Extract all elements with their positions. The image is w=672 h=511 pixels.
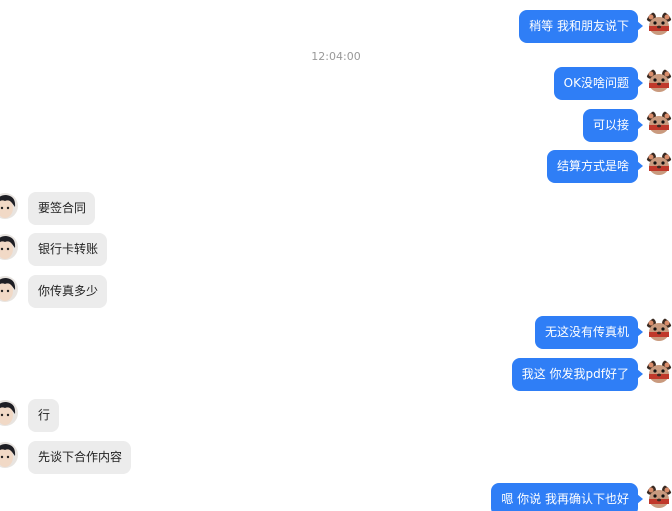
message-timestamp: 12:04:00 (311, 50, 361, 63)
mouse-avatar-icon[interactable] (646, 484, 672, 510)
message-bubble-outgoing: 我这 你发我pdf好了 (511, 358, 644, 391)
message-bubble-outgoing: 稍等 我和朋友说下 (519, 10, 643, 43)
person-avatar-icon[interactable] (0, 193, 18, 219)
message-bubble-outgoing: 无这没有传真机 (534, 316, 644, 349)
person-avatar-icon[interactable] (0, 442, 18, 468)
message-bubble-incoming: 先谈下合作内容 (28, 441, 132, 474)
person-avatar-icon[interactable] (0, 276, 18, 302)
message-bubble-incoming: 行 (28, 399, 60, 432)
mouse-avatar-icon[interactable] (646, 359, 672, 385)
mouse-avatar-icon[interactable] (646, 151, 672, 177)
mouse-avatar-icon[interactable] (646, 68, 672, 94)
message-bubble-incoming: 银行卡转账 (28, 233, 108, 266)
message-bubble-outgoing: 可以接 (582, 109, 644, 142)
chat-window: 稍等 我和朋友说下 12:04:00 OK没啥问题 可以接 结算方式是啥 要签合… (0, 0, 672, 511)
mouse-avatar-icon[interactable] (646, 317, 672, 343)
message-bubble-incoming: 要签合同 (28, 192, 96, 225)
person-avatar-icon[interactable] (0, 400, 18, 426)
mouse-avatar-icon[interactable] (646, 11, 672, 37)
mouse-avatar-icon[interactable] (646, 110, 672, 136)
overlay-fragment (563, 505, 623, 511)
message-bubble-incoming: 你传真多少 (28, 275, 108, 308)
person-avatar-icon[interactable] (0, 234, 18, 260)
message-bubble-outgoing: OK没啥问题 (553, 67, 644, 100)
message-bubble-outgoing: 结算方式是啥 (546, 150, 644, 183)
